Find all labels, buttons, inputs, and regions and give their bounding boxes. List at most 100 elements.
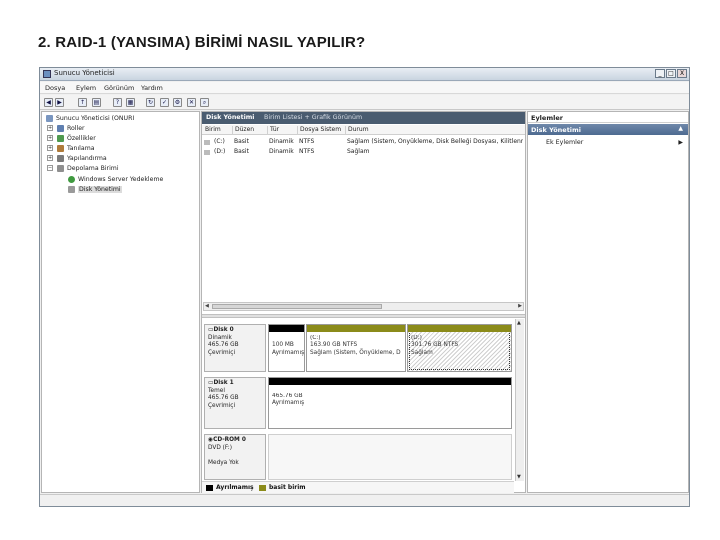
- check-icon[interactable]: ✓: [160, 98, 169, 107]
- collapse-icon[interactable]: ▲: [678, 125, 683, 132]
- volume-drive-icon: [204, 150, 210, 155]
- refresh-icon[interactable]: ↻: [146, 98, 155, 107]
- col-layout[interactable]: Düzen: [232, 126, 267, 135]
- server-icon: [46, 115, 53, 122]
- storage-icon: [57, 165, 64, 172]
- partition-size: 100 MB: [272, 342, 294, 349]
- disk-0-name: Disk 0: [213, 327, 234, 333]
- scroll-right-icon[interactable]: ▶: [518, 303, 522, 309]
- scroll-up-icon[interactable]: ▲: [517, 320, 521, 326]
- collapse-storage-icon[interactable]: −: [47, 165, 53, 171]
- cd-rom-0-state: Medya Yok: [208, 459, 239, 466]
- menu-view[interactable]: Görünüm: [104, 84, 134, 92]
- actions-section-title: Disk Yönetimi: [531, 126, 582, 134]
- disk-management-icon: [68, 186, 75, 193]
- expand-diagnostics-icon[interactable]: +: [47, 145, 53, 151]
- row-status: Sağlam: [347, 148, 370, 155]
- partition-status: Sağlam: [411, 349, 433, 356]
- submenu-arrow-icon[interactable]: ▶: [678, 139, 683, 146]
- expand-roles-icon[interactable]: +: [47, 125, 53, 131]
- menu-file[interactable]: Dosya: [45, 84, 65, 92]
- disk-1-name: Disk 1: [213, 380, 234, 386]
- col-status[interactable]: Durum: [345, 126, 525, 135]
- row-volume: (C:): [214, 138, 225, 145]
- window-titlebar[interactable]: Sunucu Yöneticisi _ □ X: [40, 68, 689, 81]
- minimize-button[interactable]: _: [655, 69, 665, 78]
- disk-0-partition-d[interactable]: (D:) 301.76 GB NTFS Sağlam: [407, 324, 512, 372]
- forward-icon[interactable]: ▶: [55, 98, 64, 107]
- back-icon[interactable]: ◀: [44, 98, 53, 107]
- window-title: Sunucu Yöneticisi: [54, 69, 115, 77]
- search-icon[interactable]: ⌕: [200, 98, 209, 107]
- scroll-down-icon[interactable]: ▼: [517, 474, 521, 480]
- tree-item-backup[interactable]: Windows Server Yedekleme: [78, 176, 163, 183]
- unallocated-bar: [269, 378, 511, 385]
- actions-section-header[interactable]: Disk Yönetimi ▲: [528, 124, 688, 135]
- up-folder-icon[interactable]: ↑: [78, 98, 87, 107]
- row-filesystem: NTFS: [299, 148, 315, 155]
- show-tree-icon[interactable]: ▤: [92, 98, 101, 107]
- table-row[interactable]: (C:) Basit Dinamik NTFS Sağlam (Sistem, …: [202, 137, 525, 147]
- legend-simple: basit birim: [269, 484, 306, 491]
- server-manager-icon: [43, 70, 51, 78]
- simple-volume-swatch: [259, 485, 266, 491]
- disk-0-partition-c[interactable]: (C:) 163.90 GB NTFS Sağlam (Sistem, Önyü…: [306, 324, 406, 372]
- menu-action[interactable]: Eylem: [76, 84, 96, 92]
- cd-rom-0: ◉CD-ROM 0 DVD (F:) Medya Yok: [204, 434, 514, 480]
- tree-item-disk-management[interactable]: Disk Yönetimi: [78, 186, 122, 193]
- horizontal-scroll-thumb[interactable]: [212, 304, 382, 309]
- disk-0-state: Çevrimiçi: [208, 349, 236, 356]
- col-type[interactable]: Tür: [267, 126, 297, 135]
- expand-features-icon[interactable]: +: [47, 135, 53, 141]
- tree-root[interactable]: Sunucu Yöneticisi (ONURI: [56, 115, 134, 122]
- partition-label: (C:): [310, 335, 321, 341]
- disk-1-label[interactable]: ▭Disk 1 Temel 465.76 GB Çevrimiçi: [204, 377, 266, 429]
- tree-item-features[interactable]: Özellikler: [67, 135, 96, 142]
- expand-configuration-icon[interactable]: +: [47, 155, 53, 161]
- properties-icon[interactable]: ▦: [126, 98, 135, 107]
- server-manager-window: Sunucu Yöneticisi _ □ X Dosya Eylem Görü…: [39, 67, 690, 507]
- row-status: Sağlam (Sistem, Önyükleme, Disk Belleği …: [347, 138, 523, 145]
- disk-management-pane: Disk Yönetimi Birim Listesi + Grafik Gör…: [201, 111, 526, 493]
- disk-0: ▭Disk 0 Dinamik 465.76 GB Çevrimiçi 100 …: [204, 324, 514, 372]
- disk-0-partition-reserved[interactable]: 100 MB Ayrılmamış: [268, 324, 305, 372]
- tree-item-storage[interactable]: Depolama Birimi: [67, 165, 119, 172]
- disk-1: ▭Disk 1 Temel 465.76 GB Çevrimiçi 465.76…: [204, 377, 514, 429]
- delete-icon[interactable]: ✕: [187, 98, 196, 107]
- actions-title: Eylemler: [528, 112, 688, 123]
- tree-item-roles[interactable]: Roller: [67, 125, 85, 132]
- col-volume[interactable]: Birim: [203, 126, 231, 135]
- cd-rom-0-name: CD-ROM 0: [213, 437, 246, 443]
- partition-size: 465.76 GB: [272, 393, 303, 399]
- navigation-tree: Sunucu Yöneticisi (ONURI + Roller + Özel…: [41, 111, 200, 493]
- cd-rom-0-label[interactable]: ◉CD-ROM 0 DVD (F:) Medya Yok: [204, 434, 266, 480]
- vertical-scrollbar[interactable]: ▲ ▼: [515, 319, 524, 481]
- close-button[interactable]: X: [677, 69, 687, 78]
- pane-splitter[interactable]: [202, 314, 525, 318]
- col-filesystem[interactable]: Dosya Sistem: [297, 126, 345, 135]
- partition-size: 301.76 GB NTFS: [411, 342, 459, 349]
- partition-status: Ayrılmamış: [272, 349, 305, 356]
- disk-1-unallocated[interactable]: 465.76 GB Ayrılmamış: [268, 377, 512, 429]
- scroll-left-icon[interactable]: ◀: [205, 303, 209, 309]
- disk-0-type: Dinamik: [208, 334, 232, 341]
- disk-1-size: 465.76 GB: [208, 395, 239, 402]
- tree-item-configuration[interactable]: Yapılandırma: [67, 155, 107, 162]
- menu-bar: Dosya Eylem Görünüm Yardım: [40, 82, 689, 94]
- tree-item-diagnostics[interactable]: Tanılama: [67, 145, 95, 152]
- actions-pane: Eylemler Disk Yönetimi ▲ Ek Eylemler ▶: [527, 111, 689, 493]
- table-row[interactable]: (D:) Basit Dinamik NTFS Sağlam: [202, 147, 525, 157]
- configuration-icon: [57, 155, 64, 162]
- maximize-button[interactable]: □: [666, 69, 676, 78]
- more-actions-item[interactable]: Ek Eylemler: [546, 139, 583, 146]
- row-filesystem: NTFS: [299, 138, 315, 145]
- partition-size: 163.90 GB NTFS: [310, 342, 358, 349]
- center-tab-subtitle: Birim Listesi + Grafik Görünüm: [264, 114, 363, 121]
- settings-icon[interactable]: ⚙: [173, 98, 182, 107]
- horizontal-scrollbar[interactable]: ◀ ▶: [203, 302, 524, 311]
- help-icon[interactable]: ?: [113, 98, 122, 107]
- partition-label: (D:): [411, 335, 422, 341]
- disk-legend: Ayrılmamış basit birim: [202, 481, 514, 493]
- disk-0-label[interactable]: ▭Disk 0 Dinamik 465.76 GB Çevrimiçi: [204, 324, 266, 372]
- menu-help[interactable]: Yardım: [141, 84, 163, 92]
